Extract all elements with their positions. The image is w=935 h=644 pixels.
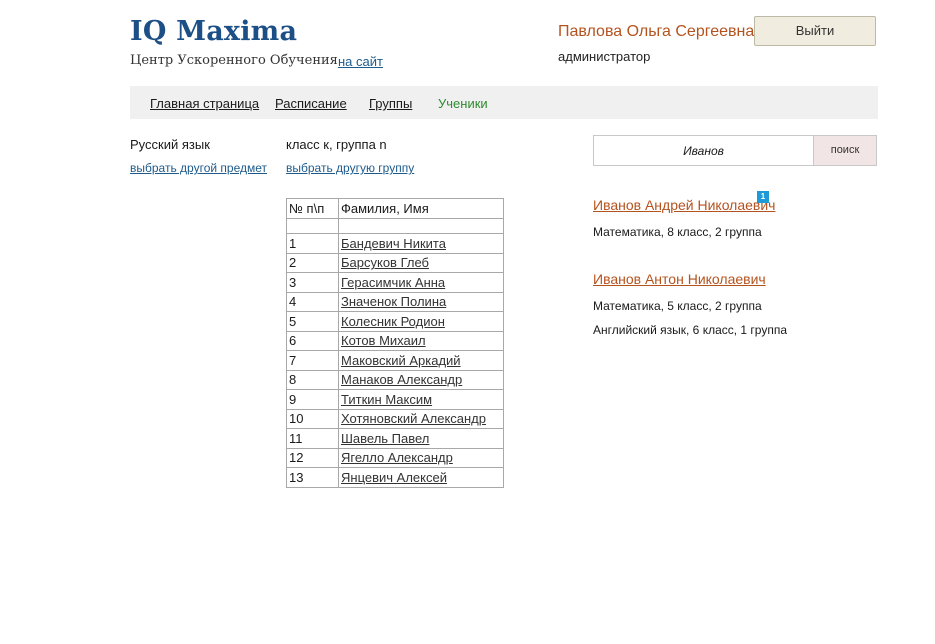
row-number: 6 [286, 330, 339, 351]
student-link[interactable]: Маковский Аркадий [341, 353, 461, 368]
table-row: 5 Колесник Родион [286, 311, 504, 332]
nav-item-home[interactable]: Главная страница [150, 96, 259, 111]
student-link[interactable]: Хотяновский Александр [341, 411, 486, 426]
table-row: 1 Бандевич Никита [286, 233, 504, 254]
change-group-link[interactable]: выбрать другую группу [286, 161, 414, 175]
student-link[interactable]: Ягелло Александр [341, 450, 453, 465]
student-link[interactable]: Котов Михаил [341, 333, 426, 348]
result-course: Английский язык, 6 класс, 1 группа [593, 323, 788, 337]
table-cell [286, 218, 339, 234]
student-link[interactable]: Титкин Максим [341, 392, 432, 407]
row-number: 2 [286, 252, 339, 273]
student-link[interactable]: Колесник Родион [341, 314, 445, 329]
name-cell: Манаков Александр [338, 369, 504, 390]
nav-item-groups[interactable]: Группы [369, 96, 412, 111]
logo: IQ Maxima [130, 16, 298, 47]
user-name: Павлова Ольга Сергеевна [558, 23, 755, 40]
row-number: 5 [286, 311, 339, 332]
row-number: 11 [286, 428, 339, 449]
nav-item-students[interactable]: Ученики [438, 96, 488, 111]
student-link[interactable]: Герасимчик Анна [341, 275, 445, 290]
table-row: 10 Хотяновский Александр [286, 408, 504, 429]
table-row: 8 Манаков Александр [286, 369, 504, 390]
row-number: 9 [286, 389, 339, 410]
row-number: 7 [286, 350, 339, 371]
name-cell: Маковский Аркадий [338, 350, 504, 371]
name-cell: Барсуков Глеб [338, 252, 504, 273]
result-course: Математика, 8 класс, 2 группа [593, 225, 762, 239]
table-row: 6 Котов Михаил [286, 330, 504, 351]
main-nav: Главная страница Расписание Группы Учени… [130, 86, 878, 119]
student-link[interactable]: Барсуков Глеб [341, 255, 429, 270]
logout-button[interactable]: Выйти [754, 16, 876, 46]
table-row: 11 Шавель Павел [286, 428, 504, 449]
name-cell: Колесник Родион [338, 311, 504, 332]
row-number: 12 [286, 447, 339, 468]
column-header-name: Фамилия, Имя [338, 198, 504, 219]
name-cell: Янцевич Алексей [338, 467, 504, 488]
notification-badge: 1 [757, 191, 769, 203]
table-row: 9 Титкин Максим [286, 389, 504, 410]
table-row: 2 Барсуков Глеб [286, 252, 504, 273]
table-row: 3 Герасимчик Анна [286, 272, 504, 293]
table-cell [338, 218, 504, 234]
table-row: 13 Янцевич Алексей [286, 467, 504, 488]
name-cell: Котов Михаил [338, 330, 504, 351]
row-number: 13 [286, 467, 339, 488]
table-row: 12 Ягелло Александр [286, 447, 504, 468]
user-role: администратор [558, 49, 651, 64]
student-link[interactable]: Шавель Павел [341, 431, 429, 446]
search-button[interactable]: поиск [813, 136, 876, 165]
name-cell: Титкин Максим [338, 389, 504, 410]
search-input[interactable] [594, 136, 813, 165]
to-site-link[interactable]: на сайт [338, 54, 383, 69]
row-number: 10 [286, 408, 339, 429]
search-box: поиск [593, 135, 877, 166]
row-number: 8 [286, 369, 339, 390]
column-header-number: № п\п [286, 198, 339, 219]
nav-item-schedule[interactable]: Расписание [275, 96, 347, 111]
table-row-empty [286, 218, 504, 234]
name-cell: Герасимчик Анна [338, 272, 504, 293]
change-subject-link[interactable]: выбрать другой предмет [130, 161, 267, 175]
name-cell: Хотяновский Александр [338, 408, 504, 429]
table-row: 4 Значенок Полина [286, 291, 504, 312]
name-cell: Ягелло Александр [338, 447, 504, 468]
student-link[interactable]: Значенок Полина [341, 294, 446, 309]
row-number: 1 [286, 233, 339, 254]
student-link[interactable]: Янцевич Алексей [341, 470, 447, 485]
row-number: 4 [286, 291, 339, 312]
result-student-link[interactable]: Иванов Антон Николаевич [593, 271, 766, 287]
name-cell: Шавель Павел [338, 428, 504, 449]
group-label: класс к, группа n [286, 137, 387, 152]
subject-label: Русский язык [130, 137, 210, 152]
result-student-link[interactable]: Иванов Андрей Николаевич [593, 197, 775, 213]
row-number: 3 [286, 272, 339, 293]
name-cell: Бандевич Никита [338, 233, 504, 254]
result-course: Математика, 5 класс, 2 группа [593, 299, 762, 313]
table-header-row: № п\п Фамилия, Имя [286, 198, 504, 219]
student-link[interactable]: Манаков Александр [341, 372, 462, 387]
table-row: 7 Маковский Аркадий [286, 350, 504, 371]
student-link[interactable]: Бандевич Никита [341, 236, 446, 251]
students-table: № п\п Фамилия, Имя 1 Бандевич Никита 2 Бар… [286, 198, 504, 488]
site-subtitle: Центр Ускоренного Обучения [130, 53, 338, 68]
name-cell: Значенок Полина [338, 291, 504, 312]
